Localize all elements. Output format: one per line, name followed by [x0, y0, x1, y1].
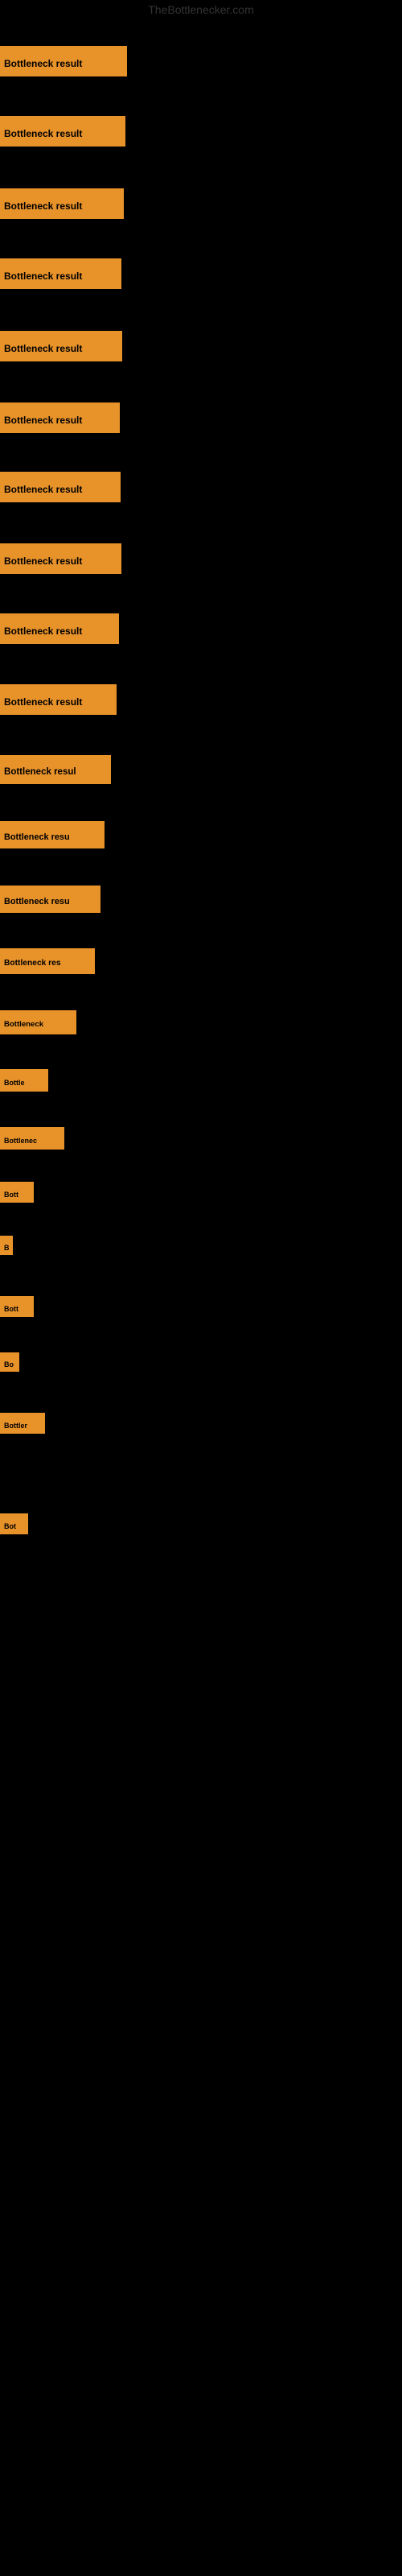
site-title: TheBottlenecker.com	[0, 0, 402, 19]
bottleneck-result-label: Bottleneck resul	[0, 755, 111, 784]
bottleneck-result-label: Bottleneck result	[0, 684, 117, 715]
bottleneck-result-label: Bottleneck resu	[0, 886, 100, 913]
bottleneck-result-label: Bottleneck result	[0, 543, 121, 574]
bottleneck-result-label: Bott	[0, 1296, 34, 1317]
bottleneck-result-label: Bott	[0, 1182, 34, 1203]
bottleneck-result-label: B	[0, 1236, 13, 1255]
bottleneck-result-label: Bottleneck resu	[0, 821, 105, 848]
bottleneck-result-label: Bottleneck result	[0, 331, 122, 361]
bottleneck-result-label: Bo	[0, 1352, 19, 1372]
bottleneck-result-label: Bottlenec	[0, 1127, 64, 1150]
bottleneck-result-label: Bottleneck res	[0, 948, 95, 974]
bottleneck-result-label: Bottleneck result	[0, 116, 125, 147]
bottleneck-result-label: Bottle	[0, 1069, 48, 1092]
bottleneck-result-label: Bottleneck result	[0, 472, 121, 502]
bottleneck-result-label: Bottleneck result	[0, 613, 119, 644]
bottleneck-result-label: Bot	[0, 1513, 28, 1534]
bottleneck-result-label: Bottleneck result	[0, 258, 121, 289]
bottleneck-result-label: Bottleneck result	[0, 402, 120, 433]
bottleneck-result-label: Bottleneck result	[0, 188, 124, 219]
bottleneck-result-label: Bottler	[0, 1413, 45, 1434]
bottleneck-result-label: Bottleneck	[0, 1010, 76, 1034]
bottleneck-result-label: Bottleneck result	[0, 46, 127, 76]
